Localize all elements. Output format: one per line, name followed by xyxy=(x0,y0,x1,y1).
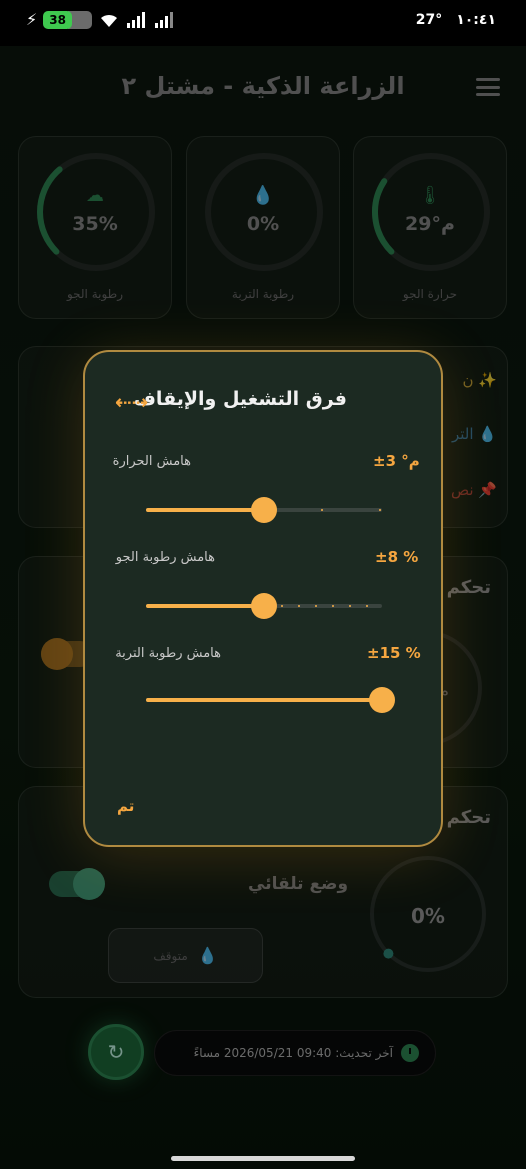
temp-margin-label: هامش الحرارة xyxy=(112,454,191,469)
dialog-title: فرق التشغيل والإيقاف xyxy=(133,388,347,410)
slider-tick xyxy=(321,509,323,511)
slider-fill xyxy=(146,604,264,608)
slider-tick xyxy=(379,509,381,511)
home-indicator[interactable] xyxy=(171,1156,355,1161)
status-left: ⚡ 38 xyxy=(26,10,176,29)
slider-tick xyxy=(298,605,300,607)
air-humidity-margin-value: ±8 % xyxy=(375,548,419,566)
hysteresis-dialog: فرق التشغيل والإيقاف ⇢⇠ هامش الحرارة ±3 … xyxy=(83,350,443,847)
slider-thumb[interactable] xyxy=(251,593,277,619)
soil-humidity-margin-value: ±15 % xyxy=(367,644,421,662)
slider-tick xyxy=(349,605,351,607)
soil-humidity-margin-label: هامش رطوبة التربة xyxy=(115,646,221,661)
signal-icon xyxy=(126,11,145,28)
slider-thumb[interactable] xyxy=(251,497,277,523)
battery-level: 38 xyxy=(43,10,72,29)
status-right: 27° ١٠:٤١ xyxy=(416,12,496,28)
air-humidity-margin-slider[interactable] xyxy=(146,593,382,619)
arrows-compress-icon: ⇢⇠ xyxy=(115,390,149,414)
wifi-icon xyxy=(100,14,117,27)
status-time: ١٠:٤١ xyxy=(456,12,496,28)
slider-fill xyxy=(146,508,264,512)
charging-icon: ⚡ xyxy=(26,10,38,29)
slider-tick xyxy=(366,605,368,607)
slider-tick xyxy=(281,605,283,607)
done-button[interactable]: تم xyxy=(117,797,134,815)
temp-margin-value: ±3 °م xyxy=(373,452,420,470)
slider-tick xyxy=(315,605,317,607)
status-bar: ⚡ 38 27° ١٠:٤١ xyxy=(0,0,526,46)
battery-indicator: 38 xyxy=(43,10,92,29)
app-screen: الزراعة الذكية - مشتل ٢ 🌡 29°م حرارة الج… xyxy=(0,46,526,1169)
temp-margin-slider[interactable] xyxy=(146,497,382,523)
status-temperature: 27° xyxy=(415,12,443,28)
signal-icon-2 xyxy=(154,11,173,28)
slider-thumb[interactable] xyxy=(369,687,395,713)
slider-tick xyxy=(332,605,334,607)
air-humidity-margin-label: هامش رطوبة الجو xyxy=(115,550,215,565)
slider-fill xyxy=(146,698,382,702)
soil-humidity-margin-slider[interactable] xyxy=(146,687,395,713)
